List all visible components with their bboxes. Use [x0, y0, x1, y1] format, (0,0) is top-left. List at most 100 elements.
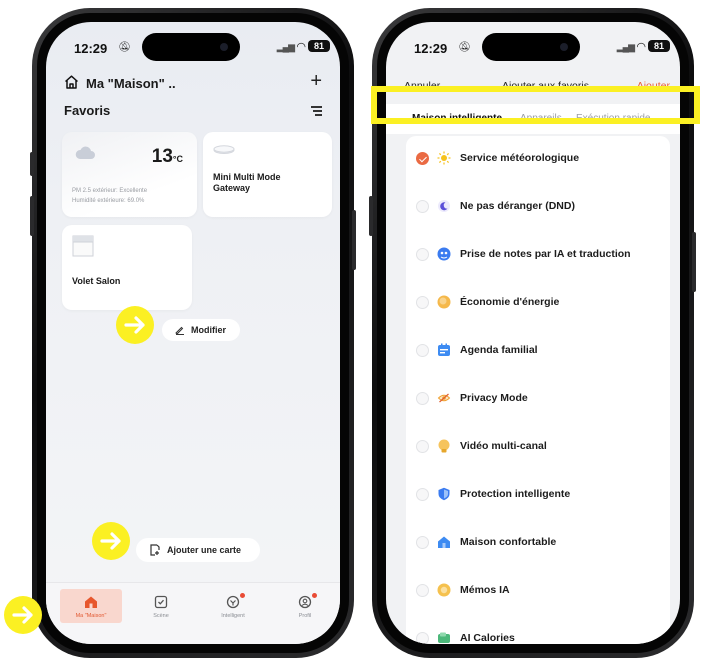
favorites-title: Favoris: [64, 103, 111, 118]
pm25-text: PM 2.5 extérieur: Excellente: [72, 188, 148, 194]
wifi-icon: ◠: [636, 41, 646, 53]
service-name: Mémos IA: [460, 584, 510, 596]
status-time: 12:29: [414, 41, 448, 56]
weather-card[interactable]: 13°C PM 2.5 extérieur: Excellente Humidi…: [62, 132, 197, 217]
comfort-home-icon: [438, 536, 450, 548]
sort-menu-icon[interactable]: [311, 106, 322, 118]
service-item[interactable]: Privacy Mode: [406, 376, 670, 424]
service-item[interactable]: Service météorologique: [406, 136, 670, 184]
arrow-right-icon: [116, 306, 154, 344]
add-card-label: Ajouter une carte: [167, 545, 242, 555]
service-item[interactable]: Maison confortable: [406, 520, 670, 568]
dynamic-island: [142, 33, 240, 61]
pencil-icon: [175, 326, 184, 335]
service-item[interactable]: Prise de notes par IA et traduction: [406, 232, 670, 280]
shutter-card[interactable]: Volet Salon: [62, 225, 192, 310]
home-icon: [85, 596, 97, 608]
radio-unchecked-icon[interactable]: [416, 584, 429, 597]
add-card-button[interactable]: Ajouter une carte: [136, 538, 260, 562]
service-name: Agenda familial: [460, 344, 538, 356]
edit-button[interactable]: Modifier: [162, 319, 240, 341]
arrow-right-icon: [92, 522, 130, 560]
cloud-icon: [75, 146, 95, 159]
video-icon: [438, 439, 450, 453]
service-name: Économie d'énergie: [460, 296, 560, 308]
home-outline-icon: [65, 75, 78, 89]
phone-home-screen: 12:29 🔕︎ ▂▄▆ ◠ 81 Ma "Maison" .. + Favor…: [32, 8, 354, 658]
tab-smart[interactable]: Intelligent: [202, 589, 264, 623]
radio-unchecked-icon[interactable]: [416, 248, 429, 261]
home-selector[interactable]: Ma "Maison" ..: [86, 76, 176, 91]
shield-icon: [438, 487, 450, 501]
eye-off-icon: [437, 393, 451, 403]
service-name: Vidéo multi-canal: [460, 440, 547, 452]
tab-bar: Ma "Maison" Scène Intelligent Profil: [46, 582, 340, 644]
radio-unchecked-icon[interactable]: [416, 344, 429, 357]
tab-home[interactable]: Ma "Maison": [60, 589, 122, 623]
service-item[interactable]: Ne pas déranger (DND): [406, 184, 670, 232]
smart-icon: [226, 595, 240, 609]
tab-profile-label: Profil: [298, 613, 312, 619]
phone-side-button: [352, 210, 356, 270]
calendar-icon: [438, 343, 450, 356]
service-name: Protection intelligente: [460, 488, 571, 500]
energy-icon: [437, 295, 451, 309]
signal-icon: ▂▄▆: [616, 42, 635, 52]
gateway-name: Mini Multi Mode Gateway: [213, 172, 281, 193]
service-item[interactable]: Économie d'énergie: [406, 280, 670, 328]
home-header: Ma "Maison" .. +: [64, 70, 322, 94]
service-item[interactable]: Vidéo multi-canal: [406, 424, 670, 472]
service-item[interactable]: Protection intelligente: [406, 472, 670, 520]
radio-checked-icon[interactable]: [416, 152, 429, 165]
service-name: Privacy Mode: [460, 392, 528, 404]
status-time: 12:29: [74, 41, 108, 56]
battery-icon: 81: [308, 40, 330, 52]
gateway-card[interactable]: Mini Multi Mode Gateway: [203, 132, 332, 217]
memo-icon: [437, 583, 451, 597]
radio-unchecked-icon[interactable]: [416, 296, 429, 309]
status-bar: 12:29 🔕︎ ▂▄▆ ◠ 81: [386, 22, 680, 66]
sun-icon: [437, 151, 451, 165]
moon-icon: [438, 200, 450, 212]
ai-notes-icon: [437, 247, 451, 261]
radio-unchecked-icon[interactable]: [416, 392, 429, 405]
service-item[interactable]: AI Calories: [406, 616, 670, 644]
battery-icon: 81: [648, 40, 670, 52]
tab-profile[interactable]: Profil: [274, 589, 336, 623]
wifi-icon: ◠: [296, 41, 306, 53]
tab-scene[interactable]: Scène: [130, 589, 192, 623]
status-bar: 12:29 🔕︎ ▂▄▆ ◠ 81: [46, 22, 340, 66]
service-name: Service météorologique: [460, 152, 580, 164]
gateway-device-icon: [213, 145, 235, 154]
highlight-box: [371, 86, 700, 124]
arrow-right-icon: [4, 596, 42, 634]
dynamic-island: [482, 33, 580, 61]
service-name: Maison confortable: [460, 536, 557, 548]
phone-side-button: [692, 232, 696, 292]
radio-unchecked-icon[interactable]: [416, 440, 429, 453]
temperature-value: 13°C: [151, 146, 183, 167]
phone-side-button: [30, 152, 34, 176]
humidity-text: Humidité extérieure: 69.0%: [72, 198, 145, 204]
tab-home-label: Ma "Maison": [75, 613, 107, 619]
radio-unchecked-icon[interactable]: [416, 200, 429, 213]
service-name: AI Calories: [460, 632, 515, 644]
radio-unchecked-icon[interactable]: [416, 488, 429, 501]
profile-icon: [298, 595, 312, 609]
signal-icon: ▂▄▆: [276, 42, 295, 52]
shutter-name: Volet Salon: [72, 276, 121, 286]
radio-unchecked-icon[interactable]: [416, 632, 429, 644]
edit-label: Modifier: [191, 325, 226, 335]
service-item[interactable]: Mémos IA: [406, 568, 670, 616]
service-item[interactable]: Agenda familial: [406, 328, 670, 376]
add-icon[interactable]: +: [310, 70, 322, 93]
notification-dot: [312, 593, 317, 598]
home-screen: 12:29 🔕︎ ▂▄▆ ◠ 81 Ma "Maison" .. + Favor…: [46, 22, 340, 644]
tab-scene-label: Scène: [153, 613, 169, 619]
shutter-device-icon: [72, 235, 94, 257]
silent-bell-icon: 🔕︎: [458, 42, 471, 53]
favorites-header: Favoris: [64, 102, 322, 122]
calories-icon: [438, 632, 450, 643]
tab-smart-label: Intelligent: [221, 613, 245, 619]
radio-unchecked-icon[interactable]: [416, 536, 429, 549]
